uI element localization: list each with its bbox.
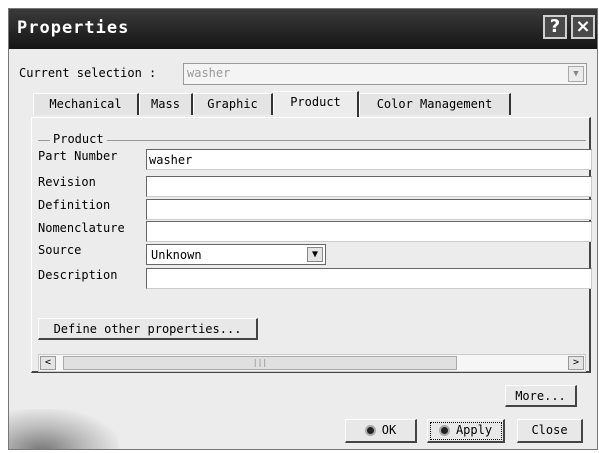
revision-label: Revision [38,175,96,189]
description-label: Description [38,268,118,282]
horizontal-scrollbar[interactable]: < ||| > [38,354,586,372]
close-icon: × [575,16,591,37]
help-button[interactable]: ? [543,15,567,39]
tab-mechanical[interactable]: Mechanical [33,93,139,115]
definition-field[interactable] [146,199,592,220]
apply-indicator-icon [438,425,450,436]
tab-graphic[interactable]: Graphic [193,93,273,115]
more-button[interactable]: More... [505,385,577,407]
define-other-properties-button[interactable]: Define other properties... [38,318,258,340]
description-field[interactable] [146,268,592,289]
scroll-left-icon[interactable]: < [40,356,56,370]
part-number-label: Part Number [38,149,118,163]
properties-dialog: Properties ? × Current selection : washe… [8,8,598,450]
close-window-button[interactable]: × [571,15,595,39]
chevron-down-icon[interactable]: ▼ [568,66,584,82]
ok-indicator-icon [364,425,376,436]
tab-product[interactable]: Product [273,91,359,117]
product-group: Product Part Number washer Revision Defi… [38,132,592,311]
question-icon: ? [549,16,561,37]
corner-shadow [9,409,119,449]
dialog-title: Properties [17,18,130,38]
definition-label: Definition [38,198,111,212]
tab-color-management[interactable]: Color Management [359,93,511,115]
apply-button[interactable]: Apply [427,419,505,443]
chevron-down-icon[interactable]: ▼ [307,247,323,262]
revision-field[interactable] [146,176,592,197]
ok-button[interactable]: OK [345,419,417,443]
scroll-thumb[interactable]: ||| [63,356,457,370]
source-label: Source [38,243,82,257]
source-value: Unknown [151,248,202,262]
title-bar: Properties ? × [9,9,597,49]
tab-mass[interactable]: Mass [139,93,193,115]
close-button[interactable]: Close [517,419,583,443]
current-selection-label: Current selection : [19,66,157,80]
source-select[interactable]: Unknown ▼ [146,244,326,265]
product-group-legend: Product [50,132,107,146]
nomenclature-field[interactable] [146,221,592,242]
part-number-field[interactable]: washer [146,149,592,170]
nomenclature-label: Nomenclature [38,221,125,235]
current-selection-combo[interactable]: washer ▼ [183,63,587,85]
tab-panel-product: Product Part Number washer Revision Defi… [31,117,592,373]
scroll-right-icon[interactable]: > [568,356,584,370]
current-selection-value: washer [187,66,231,80]
